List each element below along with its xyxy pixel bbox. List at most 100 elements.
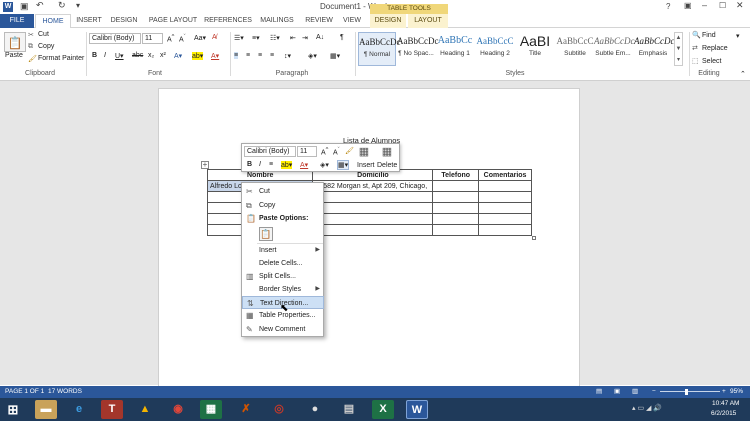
mini-grow-font-icon[interactable]: A^ (321, 147, 328, 156)
help-button[interactable]: ? (666, 2, 670, 11)
camera-icon[interactable]: ● (304, 400, 326, 419)
align-right-icon[interactable]: ≡ (258, 52, 262, 59)
excel-icon[interactable]: X (372, 400, 394, 419)
word-count[interactable]: 17 WORDS (48, 386, 82, 398)
word-taskbar-icon[interactable]: W (406, 400, 428, 419)
menu-item-copy[interactable]: ⧉ Copy (242, 199, 324, 212)
header-comentarios[interactable]: Comentarios (478, 169, 532, 181)
file-explorer-icon[interactable]: ▬ (35, 400, 57, 419)
paste-icon[interactable]: 📋 (4, 32, 26, 52)
minimize-icon[interactable]: – (702, 0, 707, 10)
text-effects-icon[interactable]: A▾ (174, 52, 182, 60)
clock-time[interactable]: 10:47 AM (712, 400, 739, 407)
menu-item-new-comment[interactable]: ✎ New Comment (242, 323, 324, 336)
sort-icon[interactable]: A↓ (316, 34, 324, 41)
table-move-handle-icon[interactable]: + (201, 161, 209, 169)
decrease-indent-icon[interactable]: ⇤ (290, 34, 296, 42)
paste-keep-formatting-icon[interactable]: 📋 (259, 227, 273, 241)
cut-button[interactable]: Cut (38, 31, 49, 38)
select-icon[interactable]: ⬚ (692, 57, 699, 65)
style-heading-2[interactable]: AaBbCcC Heading 2 (476, 32, 514, 66)
mini-italic-icon[interactable]: I (259, 161, 261, 168)
copy-button[interactable]: Copy (38, 43, 54, 50)
calculator-icon[interactable]: ▤ (338, 400, 360, 419)
find-icon[interactable]: 🔍 (692, 31, 701, 39)
underline-icon[interactable]: U▾ (115, 52, 124, 60)
mini-shrink-font-icon[interactable]: Aˇ (333, 147, 340, 156)
style-no-spacing[interactable]: AaBbCcDc ¶ No Spac... (397, 32, 439, 66)
mini-borders-icon[interactable]: ▦▾ (337, 160, 350, 170)
tab-review[interactable]: REVIEW (302, 14, 336, 28)
mini-font-color-icon[interactable]: A▾ (300, 161, 308, 169)
grow-font-icon[interactable]: A^ (167, 34, 174, 43)
numbering-icon[interactable]: ≡▾ (252, 34, 260, 42)
mini-delete-table-icon[interactable]: ▦ (380, 145, 394, 159)
zoom-in-icon[interactable]: + (722, 386, 726, 398)
internet-explorer-icon[interactable]: e (68, 400, 90, 419)
replace-icon[interactable]: ⇄ (692, 44, 698, 52)
clock-date[interactable]: 6/2/2015 (711, 410, 736, 417)
tools-icon[interactable]: ✗ (235, 400, 257, 419)
line-spacing-icon[interactable]: ↕▾ (284, 52, 291, 60)
borders-icon[interactable]: ▦▾ (330, 52, 340, 60)
show-marks-icon[interactable]: ¶ (340, 34, 344, 41)
tab-page-layout[interactable]: PAGE LAYOUT (145, 14, 201, 28)
tab-file[interactable]: FILE (0, 14, 34, 28)
table-cell[interactable] (432, 202, 480, 214)
font-name-box[interactable]: Calibri (Body) (89, 33, 141, 44)
copy-icon[interactable]: ⧉ (28, 43, 33, 51)
shading-icon[interactable]: ◈▾ (308, 52, 317, 60)
bullets-icon[interactable]: ☰▾ (234, 34, 244, 42)
mini-bold-icon[interactable]: B (247, 161, 252, 168)
start-icon[interactable]: ⊞ (2, 400, 24, 419)
style-emphasis[interactable]: AaBbCcDc Emphasis (634, 32, 675, 66)
mini-highlight-icon[interactable]: ab▾ (281, 161, 293, 169)
menu-item-delete-cells[interactable]: Delete Cells... (242, 257, 324, 270)
strikethrough-icon[interactable]: abc (132, 52, 143, 59)
table-cell[interactable] (312, 224, 434, 236)
app-t-icon[interactable]: T (101, 400, 123, 419)
header-telefono[interactable]: Telefono (432, 169, 480, 181)
superscript-icon[interactable]: x² (160, 52, 166, 59)
highlight-icon[interactable]: ab▾ (192, 52, 204, 60)
chrome-icon[interactable]: ◉ (167, 400, 189, 419)
align-center-icon[interactable]: ≡ (246, 52, 250, 59)
tray-icons[interactable]: ▴ ▭ ◢ 🔊 (632, 404, 662, 412)
font-color-icon[interactable]: A▾ (211, 52, 219, 60)
style-subtle-emphasis[interactable]: AaBbCcDc Subtle Em... (594, 32, 635, 66)
document-page[interactable]: Lista de Alumnos + Nombre Domicilio Tele… (158, 88, 580, 388)
italic-icon[interactable]: I (104, 52, 106, 59)
zoom-level[interactable]: 95% (730, 386, 743, 398)
excel-sheet-icon[interactable]: ▦ (200, 400, 222, 419)
bold-icon[interactable]: B (92, 52, 97, 59)
google-drive-icon[interactable]: ▲ (134, 400, 156, 419)
screen-recorder-icon[interactable]: ◎ (268, 400, 290, 419)
mini-font-name-box[interactable]: Calibri (Body) (244, 146, 296, 157)
page-count[interactable]: PAGE 1 OF 1 (5, 386, 44, 398)
style-heading-1[interactable]: AaBbCc Heading 1 (436, 32, 474, 66)
mini-format-painter-icon[interactable]: 🖌 (345, 147, 354, 155)
word-logo-icon[interactable]: W (3, 2, 13, 12)
table-cell[interactable] (432, 213, 480, 225)
menu-item-cut[interactable]: ✂ Cut (242, 185, 324, 198)
table-cell[interactable] (432, 191, 480, 203)
mini-insert-button[interactable]: Insert (357, 162, 375, 169)
maximize-icon[interactable]: ☐ (719, 1, 726, 10)
menu-item-split-cells[interactable]: ▥ Split Cells... (242, 270, 324, 283)
tab-design[interactable]: DESIGN (107, 14, 141, 28)
style-title[interactable]: AaBI Title (516, 32, 554, 66)
find-button[interactable]: Find (702, 32, 716, 39)
style-subtitle[interactable]: AaBbCcC Subtitle (556, 32, 594, 66)
find-dropdown-icon[interactable]: ▾ (736, 32, 740, 40)
read-mode-icon[interactable]: ▤ (596, 386, 602, 398)
styles-scroll-icon[interactable]: ▲ ▼ ▾ (674, 32, 683, 66)
ribbon-display-icon[interactable]: ▣ (684, 1, 692, 10)
table-cell[interactable]: 13582 Morgan st, Apt 209, Chicago, (312, 180, 434, 192)
table-cell[interactable] (312, 191, 434, 203)
web-layout-icon[interactable]: ▥ (632, 386, 638, 398)
mini-delete-button[interactable]: Delete (377, 162, 397, 169)
multilevel-list-icon[interactable]: ☷▾ (270, 34, 280, 42)
format-painter-button[interactable]: Format Painter (38, 55, 84, 62)
table-resize-handle[interactable] (532, 236, 536, 240)
clear-formatting-icon[interactable]: A̸ (212, 34, 217, 41)
